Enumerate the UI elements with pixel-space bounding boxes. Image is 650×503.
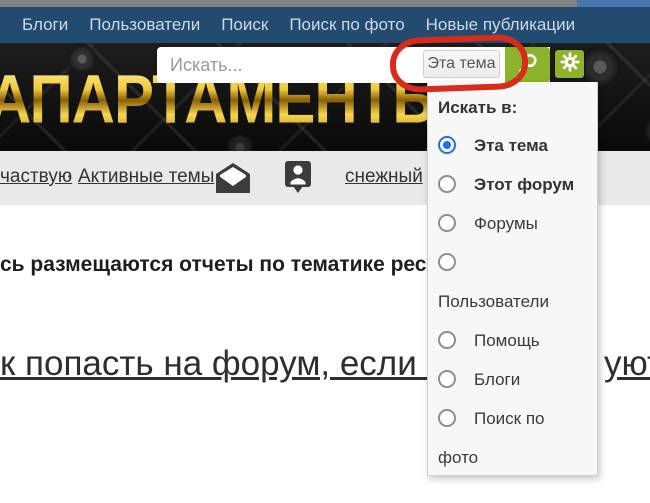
radio-icon[interactable] (438, 409, 456, 427)
radio-icon[interactable] (438, 370, 456, 388)
nav-item-users[interactable]: Пользователи (89, 15, 200, 35)
menu-option-help[interactable]: Помощь (438, 321, 591, 360)
radio-icon[interactable] (438, 214, 456, 232)
main-navbar: Блоги Пользователи Поиск Поиск по фото Н… (0, 7, 650, 43)
radio-icon[interactable] (438, 331, 456, 349)
menu-option-this-forum[interactable]: Этот форум (438, 165, 591, 204)
search-settings-button[interactable] (555, 50, 584, 78)
menu-option-forums[interactable]: Форумы (438, 204, 591, 243)
radio-selected-icon[interactable] (438, 136, 456, 154)
open-envelope-icon (215, 181, 251, 198)
radio-icon[interactable] (438, 253, 456, 271)
menu-option-users[interactable] (438, 243, 591, 282)
option-label: Эта тема (474, 136, 548, 155)
forum-page: АПАРТАМЕНТЫ Блоги Пользователи Поиск Пои… (0, 0, 650, 503)
nav-item-new-posts[interactable]: Новые публикации (426, 15, 575, 35)
search-input[interactable]: Искать... (170, 47, 242, 83)
messages-button[interactable] (215, 162, 251, 199)
top-gray-strip (0, 0, 650, 7)
magnifier-icon (517, 52, 539, 79)
menu-option-blogs[interactable]: Блоги (438, 360, 591, 399)
link-username[interactable]: снежный (345, 166, 423, 188)
option-label: Блоги (474, 370, 520, 389)
toolbar-separator: · (66, 166, 72, 188)
user-card-icon (285, 181, 311, 198)
search-scope-menu: Искать в: Эта тема Этот форум Форумы Пол… (427, 82, 598, 476)
topic-description-text: сь размещаются отчеты по тематике ресурс… (0, 253, 480, 277)
nav-item-search[interactable]: Поиск (221, 15, 268, 35)
profile-card-button[interactable] (285, 161, 311, 199)
search-submit-button[interactable] (505, 47, 550, 83)
menu-option-this-topic[interactable]: Эта тема (438, 126, 591, 165)
big-topic-link-right[interactable]: уют (604, 344, 650, 384)
nav-item-photo-search[interactable]: Поиск по фото (289, 15, 404, 35)
search-scope-button[interactable]: Эта тема (423, 50, 500, 78)
menu-option-photo-search-label[interactable]: фото (438, 438, 591, 477)
menu-option-users-label[interactable]: Пользователи (438, 282, 591, 321)
top-blue-strip (577, 0, 650, 7)
menu-option-photo-search[interactable]: Поиск по (438, 399, 591, 438)
option-label: Этот форум (474, 175, 574, 194)
radio-icon[interactable] (438, 175, 456, 193)
nav-item-blogs[interactable]: Блоги (22, 15, 68, 35)
link-participating[interactable]: частвую (0, 166, 72, 188)
link-active-topics[interactable]: Активные темы (78, 166, 214, 188)
option-label: Помощь (474, 331, 540, 350)
menu-header: Искать в: (438, 90, 591, 126)
option-label: Поиск по (474, 409, 545, 428)
gear-icon (560, 52, 580, 77)
option-label: Форумы (474, 214, 538, 233)
search-bar[interactable]: Искать... Эта тема (157, 47, 550, 83)
big-topic-link-left[interactable]: к попасть на форум, если е (0, 344, 446, 384)
